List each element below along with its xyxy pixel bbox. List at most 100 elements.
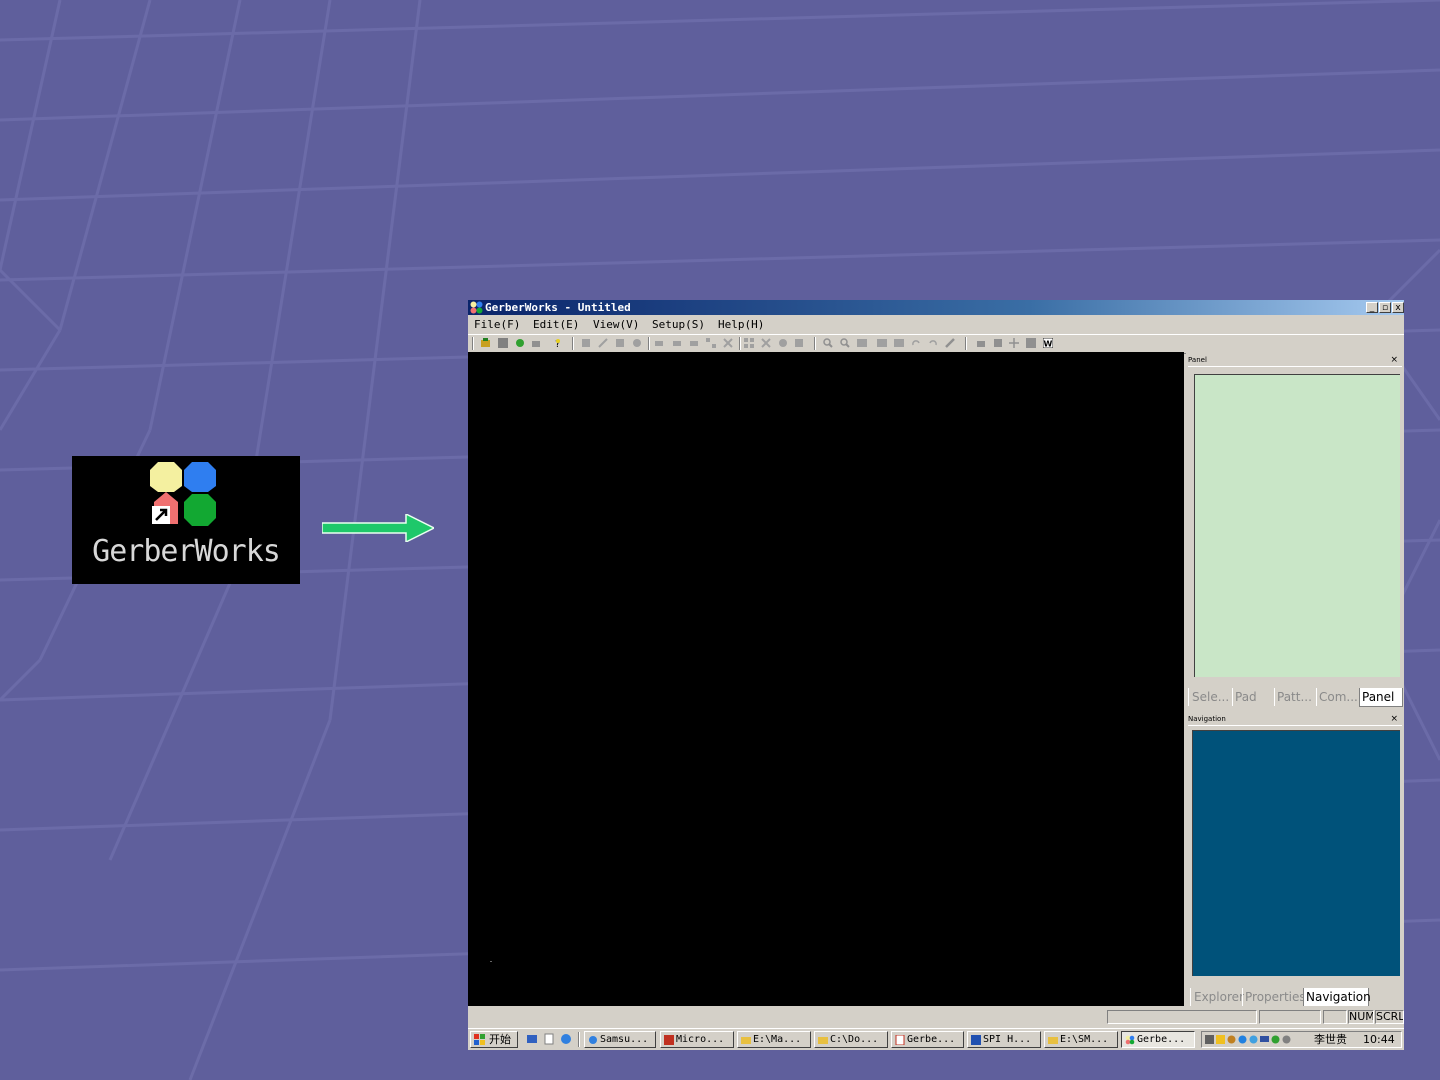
redo-icon[interactable]: [911, 338, 921, 348]
windows-logo-icon: [474, 1034, 485, 1045]
print-icon[interactable]: [531, 338, 541, 348]
tool-c-icon[interactable]: [615, 338, 625, 348]
panel-content-area[interactable]: [1194, 374, 1400, 677]
task-button-label: Micro...: [676, 1034, 725, 1045]
tool-p-icon[interactable]: [1026, 338, 1036, 348]
tool-i-icon[interactable]: [723, 338, 733, 348]
undo-icon[interactable]: [928, 338, 938, 348]
tool-k-icon[interactable]: [761, 338, 771, 348]
quicklaunch-doc-icon[interactable]: [543, 1033, 555, 1045]
internet-explorer-icon[interactable]: [560, 1033, 572, 1045]
zoom-prev-icon[interactable]: [894, 338, 904, 348]
tray-globe-icon[interactable]: [1249, 1035, 1258, 1044]
tray-ime-icon[interactable]: [1205, 1035, 1214, 1044]
save-icon[interactable]: [498, 338, 508, 348]
toolbar-separator: [739, 337, 741, 350]
tool-e-icon[interactable]: [654, 338, 664, 348]
close-button[interactable]: x: [1392, 302, 1404, 313]
tab-properties[interactable]: Properties: [1242, 988, 1306, 1006]
crosshair-icon[interactable]: [1009, 338, 1019, 348]
tool-m-icon[interactable]: [794, 338, 804, 348]
navigation-pane-header: Navigation ×: [1188, 713, 1402, 726]
task-button-label: Gerbe...: [907, 1034, 956, 1045]
menu-file[interactable]: File(F): [474, 318, 520, 331]
tray-monitor-icon[interactable]: [1260, 1035, 1269, 1044]
tab-component[interactable]: Com...: [1316, 688, 1359, 706]
window-titlebar[interactable]: GerberWorks - Untitled _ ▫ x: [468, 300, 1404, 315]
menu-edit[interactable]: Edit(E): [533, 318, 579, 331]
toolbar-separator: [965, 337, 967, 350]
tab-selection[interactable]: Sele...: [1188, 688, 1232, 706]
gerberworks-logo-icon: [150, 462, 216, 526]
zoom-fit-icon[interactable]: [857, 338, 867, 348]
panel-tab-strip: Sele... Pad Patt... Com... Panel: [1188, 688, 1403, 707]
tab-pad[interactable]: Pad: [1232, 688, 1275, 706]
start-button[interactable]: 开始: [470, 1031, 518, 1048]
tray-shield-icon[interactable]: [1216, 1035, 1225, 1044]
tray-network-icon[interactable]: [1227, 1035, 1236, 1044]
toolbar-separator: [648, 337, 650, 350]
shortcut-label: GerberWorks: [92, 534, 281, 569]
tool-n-icon[interactable]: [976, 338, 986, 348]
minimize-button[interactable]: _: [1366, 302, 1378, 313]
drawing-canvas[interactable]: [468, 352, 1184, 1006]
tab-navigation[interactable]: Navigation: [1303, 988, 1371, 1007]
tray-sync-icon[interactable]: [1238, 1035, 1247, 1044]
show-desktop-icon[interactable]: [526, 1033, 538, 1045]
status-coords: [1259, 1010, 1321, 1024]
tray-antivirus-icon[interactable]: [1271, 1035, 1280, 1044]
zoom-out-icon[interactable]: [840, 338, 850, 348]
task-button[interactable]: SPI H...: [967, 1031, 1041, 1048]
status-cap: [1323, 1010, 1347, 1024]
open-file-icon[interactable]: [481, 338, 491, 348]
maximize-button[interactable]: ▫: [1379, 302, 1391, 313]
help-icon[interactable]: ?: [553, 338, 563, 348]
tool-b-icon[interactable]: [598, 338, 608, 348]
task-button[interactable]: Micro...: [660, 1031, 734, 1048]
task-button-active[interactable]: Gerbe...: [1121, 1031, 1195, 1048]
task-button[interactable]: C:\Do...: [814, 1031, 888, 1048]
tool-a-icon[interactable]: [581, 338, 591, 348]
tray-settings-icon[interactable]: [1282, 1035, 1291, 1044]
panel-pane-title: Panel: [1188, 356, 1207, 364]
navigation-content-area[interactable]: [1192, 730, 1400, 976]
tool-h-icon[interactable]: [706, 338, 716, 348]
task-button[interactable]: Gerbe...: [891, 1031, 964, 1048]
tool-f-icon[interactable]: [672, 338, 682, 348]
import-icon[interactable]: [515, 338, 525, 348]
word-icon: [971, 1035, 981, 1045]
task-button[interactable]: E:\Ma...: [737, 1031, 811, 1048]
document-icon: [895, 1035, 905, 1045]
task-button[interactable]: Samsu...: [584, 1031, 656, 1048]
zoom-in-icon[interactable]: [823, 338, 833, 348]
menu-setup[interactable]: Setup(S): [652, 318, 705, 331]
powerpoint-icon: [664, 1035, 674, 1045]
folder-icon: [1048, 1037, 1058, 1044]
tool-j-icon[interactable]: [744, 338, 754, 348]
tool-d-icon[interactable]: [632, 338, 642, 348]
menu-help[interactable]: Help(H): [718, 318, 764, 331]
panel-close-icon[interactable]: ×: [1390, 354, 1398, 366]
tool-o-icon[interactable]: [993, 338, 1003, 348]
start-label: 开始: [489, 1033, 511, 1046]
task-button-label: SPI H...: [983, 1034, 1032, 1045]
tray-user-name: 李世贵: [1314, 1033, 1347, 1046]
right-arrow-icon: [322, 514, 434, 542]
tab-panel[interactable]: Panel: [1359, 688, 1403, 707]
tool-g-icon[interactable]: [689, 338, 699, 348]
menu-view[interactable]: View(V): [593, 318, 639, 331]
tab-pattern[interactable]: Patt...: [1274, 688, 1315, 706]
tray-clock[interactable]: 10:44: [1363, 1033, 1395, 1047]
tool-l-icon[interactable]: [778, 338, 788, 348]
gerberworks-desktop-shortcut[interactable]: GerberWorks: [72, 456, 300, 584]
toolbar-grip: [472, 337, 474, 350]
zoom-window-icon[interactable]: [877, 338, 887, 348]
gerberworks-tool-icon[interactable]: W: [1043, 338, 1053, 348]
task-button[interactable]: E:\SM...: [1044, 1031, 1118, 1048]
navigation-close-icon[interactable]: ×: [1390, 713, 1398, 725]
tab-explorer[interactable]: Explorer: [1190, 988, 1244, 1006]
task-button-label: E:\SM...: [1060, 1034, 1109, 1045]
pen-icon[interactable]: [945, 338, 955, 348]
system-tray: 李世贵 10:44: [1201, 1031, 1402, 1048]
task-button-label: Samsu...: [600, 1034, 649, 1045]
